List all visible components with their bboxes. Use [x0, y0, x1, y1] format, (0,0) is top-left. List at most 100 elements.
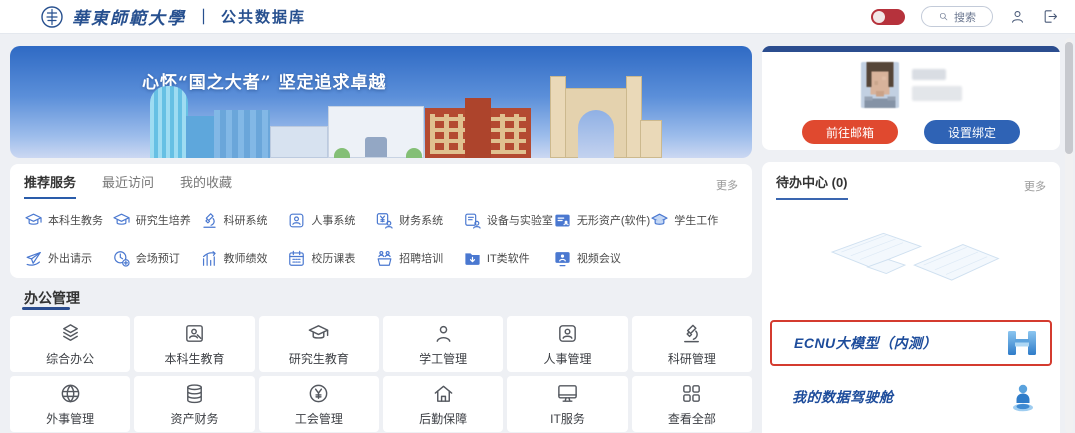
office-icon: [307, 322, 330, 345]
office-label: 研究生教育: [289, 350, 349, 367]
mailbox-button[interactable]: 前往邮箱: [802, 120, 898, 144]
service-label: 设备与实验室: [487, 212, 553, 228]
service-tab[interactable]: 最近访问: [102, 172, 154, 199]
ecnu-llm-entry[interactable]: ECNU大模型（内测）: [770, 320, 1052, 366]
office-item[interactable]: 工会管理: [259, 376, 379, 432]
service-item[interactable]: 视频会议: [553, 245, 650, 271]
office-item[interactable]: IT服务: [507, 376, 627, 432]
service-label: 会场预订: [136, 250, 180, 266]
service-item[interactable]: 财务系统: [375, 207, 463, 233]
service-item[interactable]: 本科生教务: [24, 207, 112, 233]
service-item[interactable]: 校历课表: [287, 245, 375, 271]
todo-panel: 待办中心 (0) 更多 ECNU大模型（内测） 我的数据驾驶舱: [762, 162, 1060, 433]
banner-building-glass: [214, 110, 270, 158]
service-item[interactable]: 研究生培养: [112, 207, 200, 233]
office-icon: [680, 382, 703, 405]
service-icon: [287, 211, 306, 230]
office-item[interactable]: 外事管理: [10, 376, 130, 432]
office-label: 科研管理: [668, 350, 716, 367]
todo-more-link[interactable]: 更多: [1024, 178, 1046, 194]
service-item[interactable]: 科研系统: [200, 207, 288, 233]
office-title-underline: [22, 307, 70, 310]
service-label: 校历课表: [311, 250, 355, 266]
data-cockpit-entry[interactable]: 我的数据驾驶舱: [770, 376, 1052, 418]
office-item[interactable]: 后勤保障: [383, 376, 503, 432]
service-item[interactable]: 设备与实验室: [463, 207, 553, 233]
search-icon: [938, 11, 949, 22]
service-icon: [24, 211, 43, 230]
todo-title: 待办中心 (0): [776, 172, 848, 200]
service-label: IT类软件: [487, 250, 530, 266]
banner-school-gate: [550, 76, 642, 158]
office-icon: [556, 322, 579, 345]
service-icon: [375, 249, 394, 268]
office-label: 后勤保障: [419, 410, 467, 427]
banner-bush: [334, 148, 350, 158]
service-item[interactable]: 人事系统: [287, 207, 375, 233]
scrollbar-thumb[interactable]: [1065, 42, 1073, 154]
logout-icon[interactable]: [1042, 8, 1059, 25]
banner-gate-wing: [640, 120, 662, 158]
office-label: 学工管理: [419, 350, 467, 367]
service-item[interactable]: 招聘培训: [375, 245, 463, 271]
university-seal-logo: [40, 5, 64, 29]
toggle-knob: [873, 11, 885, 23]
service-tab[interactable]: 推荐服务: [24, 172, 76, 199]
service-icon: [463, 249, 482, 268]
service-tab[interactable]: 我的收藏: [180, 172, 232, 199]
person-3d-icon: [1008, 382, 1038, 412]
office-label: 综合办公: [46, 350, 94, 367]
service-label: 本科生教务: [48, 212, 103, 228]
service-icon: [553, 211, 572, 230]
office-item[interactable]: 查看全部: [632, 376, 752, 432]
office-item[interactable]: 资产财务: [134, 376, 254, 432]
office-item[interactable]: 本科生教育: [134, 316, 254, 372]
theme-toggle[interactable]: [871, 9, 905, 25]
service-icon: [287, 249, 306, 268]
service-item[interactable]: IT类软件: [463, 245, 553, 271]
office-label: 资产财务: [170, 410, 218, 427]
service-item[interactable]: 外出请示: [24, 245, 112, 271]
search-button[interactable]: 搜索: [921, 6, 993, 27]
services-card: 推荐服务最近访问我的收藏 更多 本科生教务 研究生培养 科研系统 人事系统 财务…: [10, 164, 752, 278]
office-icon: [59, 322, 82, 345]
office-item[interactable]: 科研管理: [632, 316, 752, 372]
search-label: 搜索: [954, 9, 976, 25]
service-icon: [24, 249, 43, 268]
service-label: 科研系统: [224, 212, 268, 228]
scrollbar-track[interactable]: [1065, 38, 1073, 433]
office-grid: 综合办公 本科生教育 研究生教育 学工管理 人事管理 科研管理 外事管理 资产财…: [10, 316, 752, 432]
office-icon: [556, 382, 579, 405]
service-item[interactable]: 学生工作: [650, 207, 738, 233]
office-item[interactable]: 研究生教育: [259, 316, 379, 372]
service-icon: [463, 211, 482, 230]
brand: 華東師範大學 ｜ 公共数据库: [40, 4, 306, 29]
service-label: 无形资产(软件): [577, 212, 650, 228]
service-icon: [553, 249, 572, 268]
data-cockpit-label: 我的数据驾驶舱: [792, 387, 894, 407]
avatar: [860, 62, 900, 108]
service-icon: [200, 211, 219, 230]
office-item[interactable]: 综合办公: [10, 316, 130, 372]
service-item[interactable]: 会场预订: [112, 245, 200, 271]
brand-divider: ｜: [196, 6, 211, 27]
service-label: 学生工作: [674, 212, 718, 228]
service-label: 教师绩效: [224, 250, 268, 266]
user-name-blurred: [912, 69, 962, 101]
user-icon[interactable]: [1009, 8, 1026, 25]
service-label: 财务系统: [399, 212, 443, 228]
services-more-link[interactable]: 更多: [716, 177, 738, 193]
office-item[interactable]: 学工管理: [383, 316, 503, 372]
service-icon: [112, 249, 131, 268]
office-icon: [183, 322, 206, 345]
service-label: 招聘培训: [399, 250, 443, 266]
service-item[interactable]: 教师绩效: [200, 245, 288, 271]
campus-banner: 心怀“国之大者” 坚定追求卓越: [10, 46, 752, 158]
office-icon: [432, 322, 455, 345]
binding-button[interactable]: 设置绑定: [924, 120, 1020, 144]
office-item[interactable]: 人事管理: [507, 316, 627, 372]
office-label: 人事管理: [543, 350, 591, 367]
service-item[interactable]: 无形资产(软件): [553, 207, 650, 233]
top-header: 華東師範大學 ｜ 公共数据库 搜索: [0, 0, 1075, 34]
profile-card-topbar: [762, 46, 1060, 52]
